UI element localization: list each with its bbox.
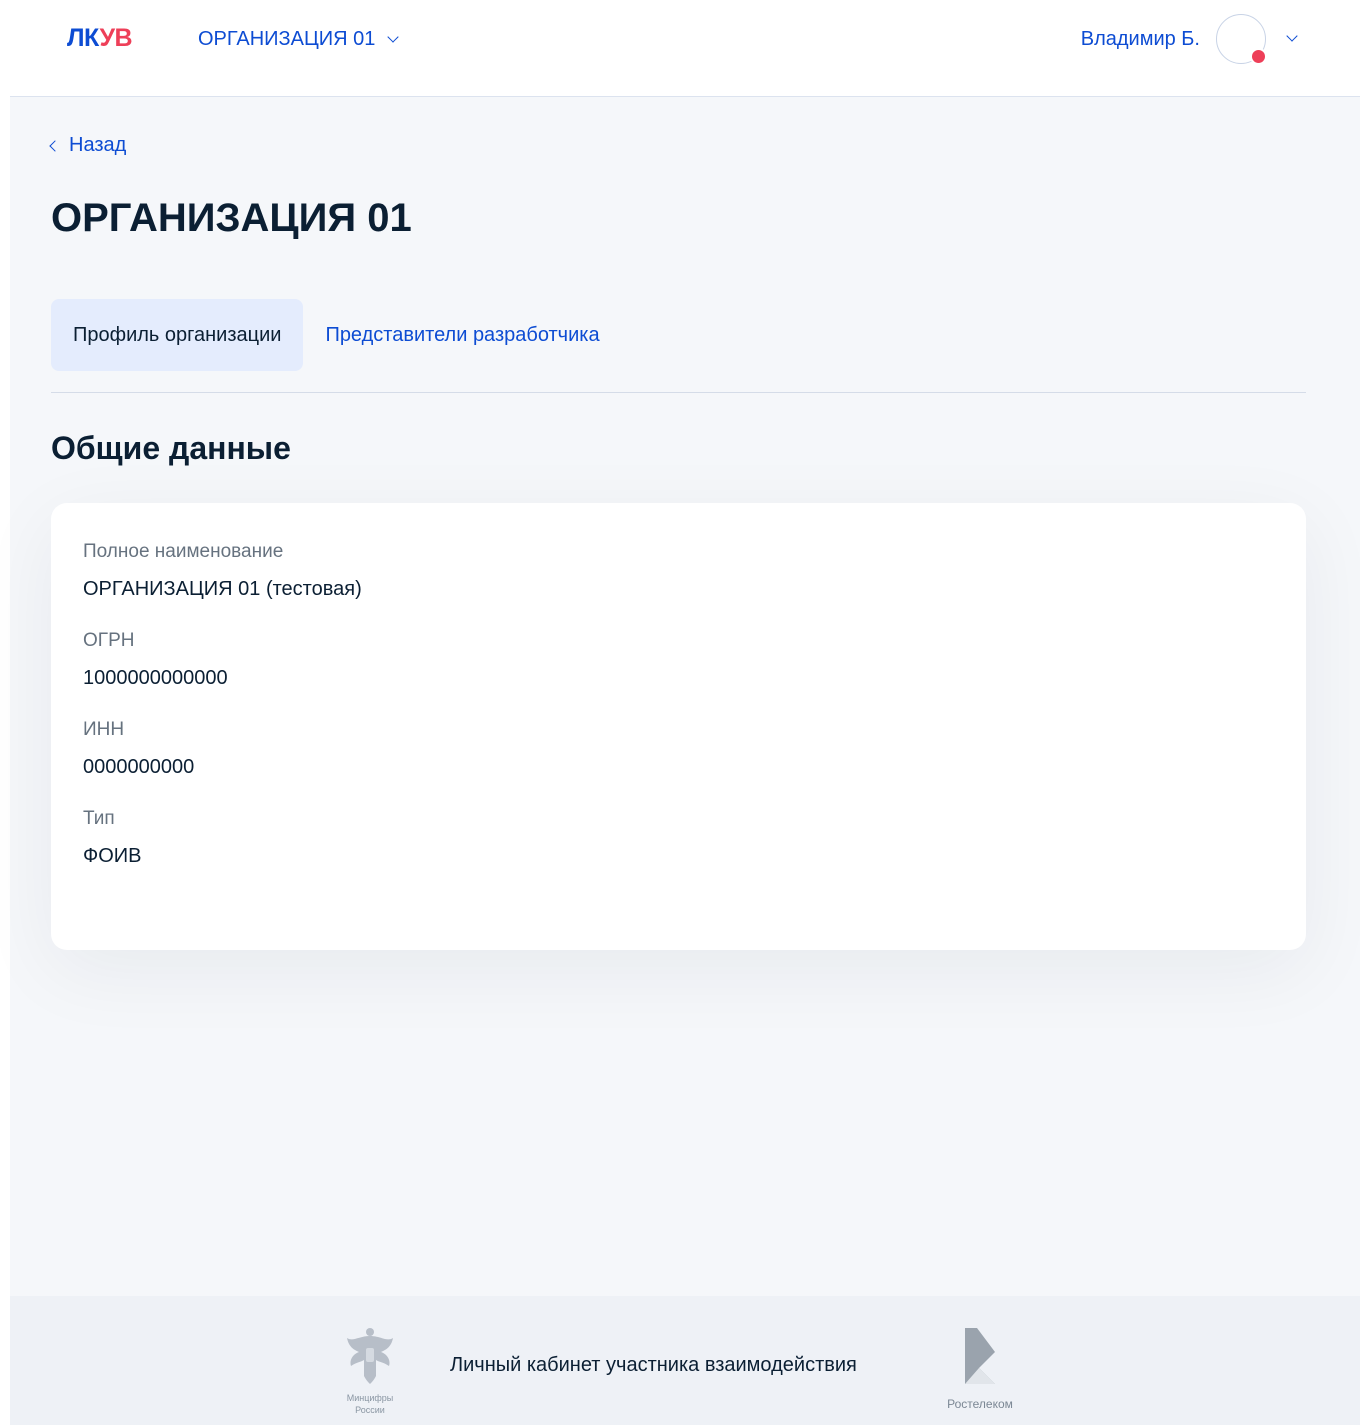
general-data-card: Полное наименование ОРГАНИЗАЦИЯ 01 (тест… [51, 503, 1306, 950]
chevron-down-icon[interactable] [1286, 30, 1298, 42]
footer: Минцифры России Личный кабинет участника… [10, 1296, 1360, 1425]
field-ogrn: ОГРН 1000000000000 [83, 628, 1274, 691]
rostelecom-caption: Ростелеком [947, 1397, 1013, 1411]
ministry-caption-1: Минцифры [346, 1393, 394, 1403]
ministry-caption-2: России [355, 1405, 385, 1415]
field-type: Тип ФОИВ [83, 806, 1274, 869]
tab-developer-representatives[interactable]: Представители разработчика [303, 299, 621, 371]
back-link[interactable]: Назад [49, 134, 127, 157]
field-inn: ИНН 0000000000 [83, 717, 1274, 780]
logo[interactable]: ЛКУВ [67, 24, 133, 53]
user-menu[interactable]: Владимир Б. [1080, 14, 1298, 65]
field-label: ИНН [83, 719, 125, 740]
chevron-down-icon [387, 30, 400, 43]
back-link-label: Назад [69, 134, 127, 156]
tabs-divider [51, 392, 1306, 393]
org-switcher[interactable]: ОРГАНИЗАЦИЯ 01 [198, 28, 400, 51]
ministry-logo: Минцифры России [335, 1326, 405, 1415]
tabs: Профиль организации Представители разраб… [51, 299, 622, 371]
chevron-left-icon [49, 139, 61, 152]
field-full-name: Полное наименование ОРГАНИЗАЦИЯ 01 (тест… [83, 539, 1274, 602]
page: ЛКУВ ОРГАНИЗАЦИЯ 01 Владимир Б. Назад ОР… [10, 0, 1360, 1425]
field-label: Тип [83, 808, 115, 829]
field-value: 1000000000000 [83, 667, 228, 689]
field-value: ОРГАНИЗАЦИЯ 01 (тестовая) [83, 578, 362, 600]
footer-text: Личный кабинет участника взаимодействия [450, 1354, 857, 1376]
org-switcher-label: ОРГАНИЗАЦИЯ 01 [198, 28, 376, 50]
header: ЛКУВ ОРГАНИЗАЦИЯ 01 Владимир Б. [10, 0, 1360, 97]
user-name: Владимир Б. [1080, 27, 1200, 50]
rostelecom-icon [965, 1328, 995, 1384]
field-label: ОГРН [83, 630, 135, 651]
avatar[interactable] [1216, 14, 1267, 65]
logo-part2: УВ [99, 24, 133, 52]
page-title: ОРГАНИЗАЦИЯ 01 [51, 196, 412, 240]
section-title: Общие данные [51, 430, 291, 466]
field-label: Полное наименование [83, 541, 284, 562]
field-value: ФОИВ [83, 845, 142, 867]
field-value: 0000000000 [83, 756, 195, 778]
tab-organization-profile[interactable]: Профиль организации [51, 299, 304, 371]
rostelecom-logo: Ростелеком [930, 1326, 1030, 1411]
coat-of-arms-icon [347, 1328, 393, 1384]
logo-part1: ЛК [67, 24, 100, 52]
notification-dot-icon [1250, 48, 1267, 65]
